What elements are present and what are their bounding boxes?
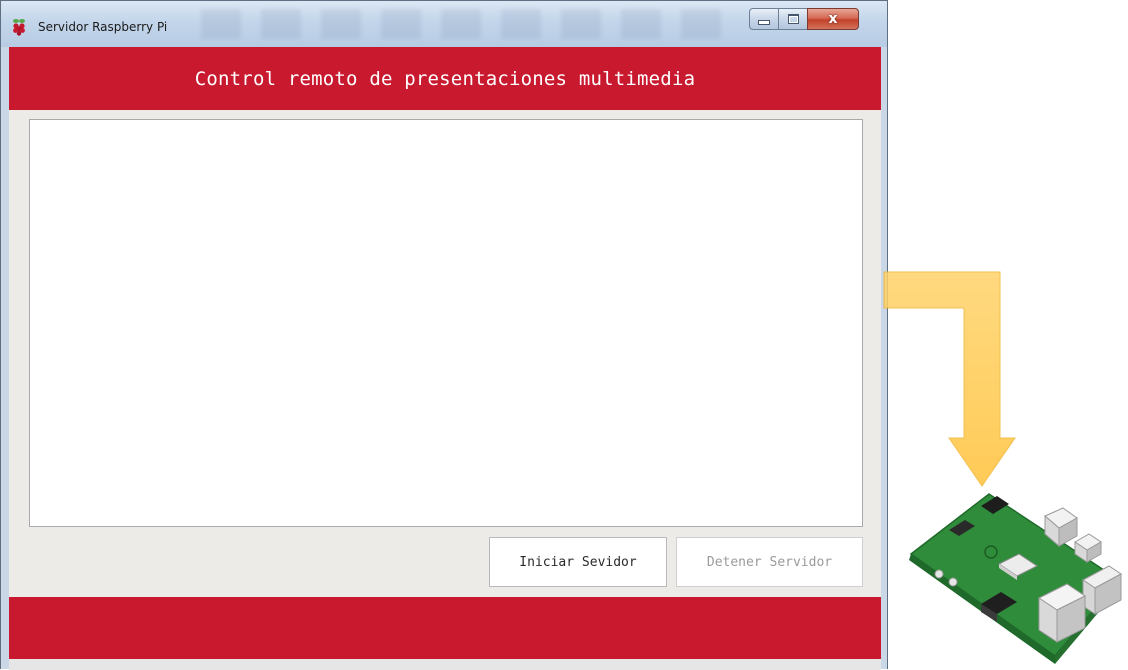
app-window: Servidor Raspberry Pi x Control remoto d… [0,0,888,670]
client-area: Control remoto de presentaciones multime… [9,47,881,670]
maximize-button[interactable] [778,8,807,30]
close-button[interactable]: x [807,8,859,30]
close-icon: x [828,11,838,27]
content-area: Iniciar Sevidor Detener Servidor [9,110,881,597]
minimize-button[interactable] [749,8,778,30]
title-bar[interactable]: Servidor Raspberry Pi x [1,1,887,47]
server-log-textarea[interactable] [29,119,863,527]
raspberry-icon [13,19,25,36]
minimize-icon [758,20,770,25]
down-arrow-icon [883,271,1016,487]
status-strip [9,659,881,670]
start-server-button[interactable]: Iniciar Sevidor [489,537,667,587]
header-banner: Control remoto de presentaciones multime… [9,47,881,110]
title-bar-background [201,9,721,39]
caption-buttons: x [749,8,859,31]
maximize-icon [787,14,799,24]
header-title: Control remoto de presentaciones multime… [194,67,696,90]
stop-server-button[interactable]: Detener Servidor [676,537,863,587]
raspberry-pi-board-icon [909,493,1122,664]
window-title: Servidor Raspberry Pi [38,20,168,34]
footer-banner [9,597,881,659]
